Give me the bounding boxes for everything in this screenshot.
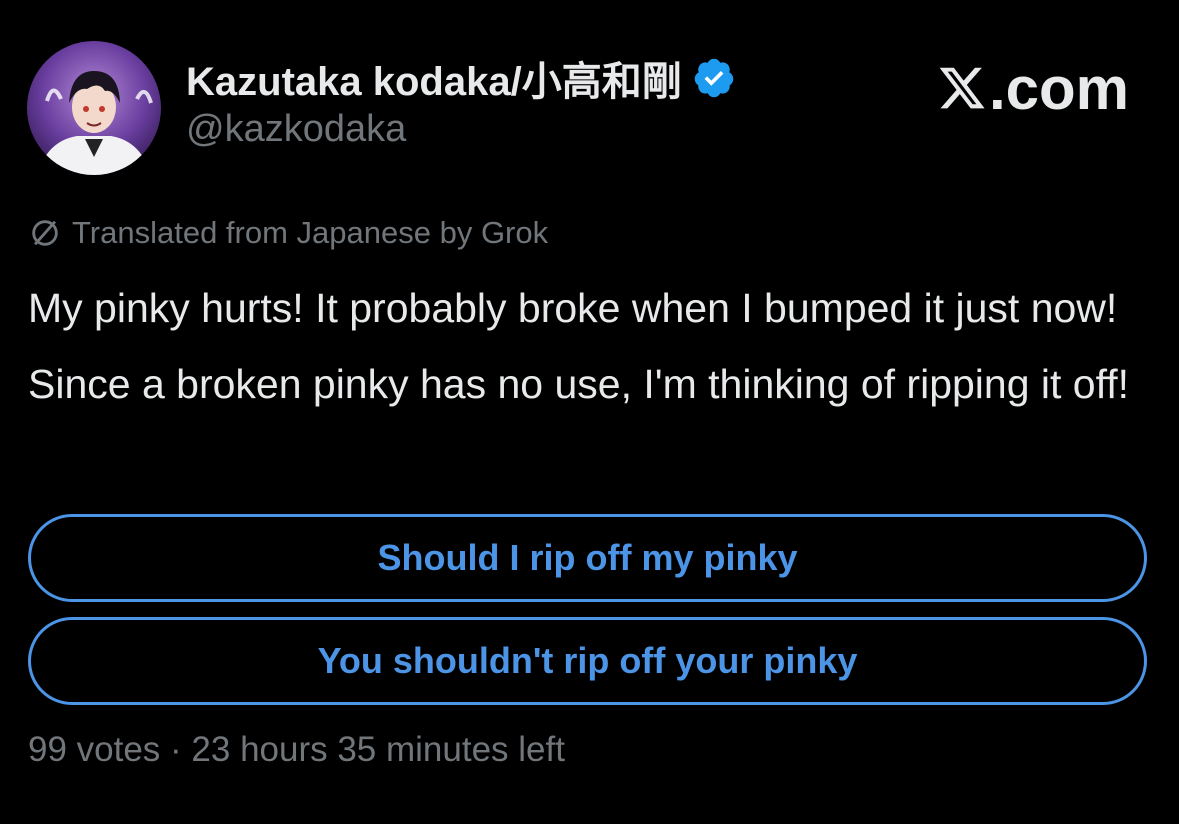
- poll-meta: 99 votes · 23 hours 35 minutes left: [28, 730, 565, 769]
- globe-icon: [32, 220, 58, 246]
- poll-option-label: Should I rip off my pinky: [377, 537, 798, 578]
- poll-option-1[interactable]: Should I rip off my pinky: [28, 514, 1147, 602]
- author-name-row[interactable]: Kazutaka kodaka/小高和剛: [186, 54, 736, 104]
- poll-option-label: You shouldn't rip off your pinky: [317, 640, 858, 681]
- poll-option-2[interactable]: You shouldn't rip off your pinky: [28, 617, 1147, 705]
- translation-label: Translated from Japanese by Grok: [72, 215, 549, 250]
- x-logo-icon: [939, 67, 985, 109]
- author-handle[interactable]: @kazkodaka: [186, 108, 406, 151]
- brand-logo: .com: [937, 52, 1129, 124]
- author-name[interactable]: Kazutaka kodaka/小高和剛: [186, 49, 682, 107]
- tweet-text: My pinky hurts! It probably broke when I…: [28, 285, 1130, 407]
- translation-note[interactable]: Translated from Japanese by Grok: [28, 213, 548, 253]
- brand-label: .com: [988, 54, 1129, 122]
- avatar-image: [27, 41, 161, 175]
- verified-badge-icon: [694, 58, 733, 98]
- avatar[interactable]: [27, 41, 161, 175]
